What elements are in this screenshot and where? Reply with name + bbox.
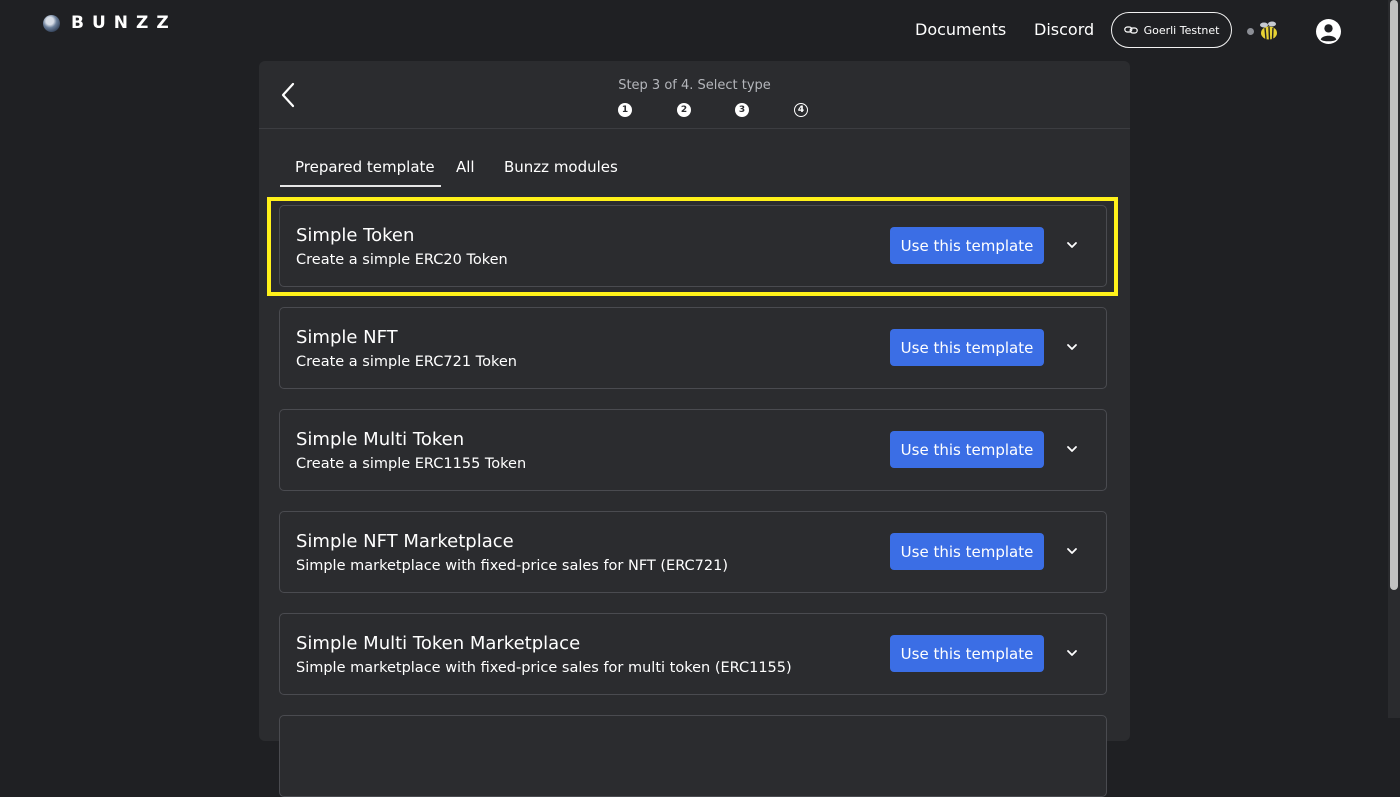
use-template-button[interactable]: Use this template bbox=[890, 329, 1044, 366]
link-icon bbox=[1123, 26, 1138, 34]
template-card-simple-nft-marketplace: Simple NFT Marketplace Simple marketplac… bbox=[279, 511, 1107, 593]
chevron-down-icon[interactable] bbox=[1065, 647, 1079, 659]
step-indicator-3: 3 bbox=[735, 103, 749, 117]
tab-bunzz-modules[interactable]: Bunzz modules bbox=[504, 158, 618, 176]
globe-icon bbox=[43, 14, 60, 32]
template-card-partial bbox=[279, 715, 1107, 797]
logo-text: BUNZZ bbox=[71, 13, 177, 33]
top-header: BUNZZ Documents Discord Goerli Testnet bbox=[0, 0, 1400, 62]
stepper-header: Step 3 of 4. Select type 1 2 3 4 bbox=[259, 61, 1130, 129]
use-template-button[interactable]: Use this template bbox=[890, 635, 1044, 672]
use-template-button[interactable]: Use this template bbox=[890, 431, 1044, 468]
nav-discord-link[interactable]: Discord bbox=[1034, 20, 1094, 39]
template-description: Create a simple ERC721 Token bbox=[296, 354, 517, 370]
template-title: Simple NFT Marketplace bbox=[296, 531, 514, 552]
status-dot-icon bbox=[1247, 28, 1254, 35]
step-indicator-2: 2 bbox=[677, 103, 691, 117]
template-title: Simple NFT bbox=[296, 327, 398, 348]
step-indicator-4: 4 bbox=[794, 103, 808, 117]
highlight-box bbox=[267, 197, 1118, 296]
template-card-simple-multi-token: Simple Multi Token Create a simple ERC11… bbox=[279, 409, 1107, 491]
user-account-icon[interactable] bbox=[1316, 19, 1341, 44]
chevron-down-icon[interactable] bbox=[1065, 443, 1079, 455]
page-scrollbar[interactable] bbox=[1388, 0, 1400, 718]
scrollbar-thumb[interactable] bbox=[1390, 0, 1398, 590]
template-card-simple-nft: Simple NFT Create a simple ERC721 Token … bbox=[279, 307, 1107, 389]
tab-prepared-template[interactable]: Prepared template bbox=[295, 158, 435, 176]
template-description: Create a simple ERC1155 Token bbox=[296, 456, 527, 472]
step-title: Step 3 of 4. Select type bbox=[618, 78, 771, 93]
bunzz-logo[interactable]: BUNZZ bbox=[43, 13, 177, 33]
chevron-down-icon[interactable] bbox=[1065, 341, 1079, 353]
template-title: Simple Multi Token bbox=[296, 429, 465, 450]
template-card-simple-multi-token-marketplace: Simple Multi Token Marketplace Simple ma… bbox=[279, 613, 1107, 695]
chevron-down-icon[interactable] bbox=[1065, 545, 1079, 557]
bee-mascot-icon[interactable] bbox=[1257, 20, 1279, 42]
nav-documents-link[interactable]: Documents bbox=[915, 20, 1006, 39]
template-description: Simple marketplace with fixed-price sale… bbox=[296, 558, 729, 574]
tab-all[interactable]: All bbox=[456, 158, 475, 176]
template-title: Simple Multi Token Marketplace bbox=[296, 633, 581, 654]
template-description: Simple marketplace with fixed-price sale… bbox=[296, 660, 792, 676]
select-type-panel: Step 3 of 4. Select type 1 2 3 4 Prepare… bbox=[259, 61, 1130, 797]
step-indicator-1: 1 bbox=[618, 103, 632, 117]
active-tab-indicator bbox=[280, 185, 441, 187]
network-label: Goerli Testnet bbox=[1143, 23, 1220, 37]
use-template-button[interactable]: Use this template bbox=[890, 533, 1044, 570]
network-button[interactable]: Goerli Testnet bbox=[1111, 12, 1232, 48]
